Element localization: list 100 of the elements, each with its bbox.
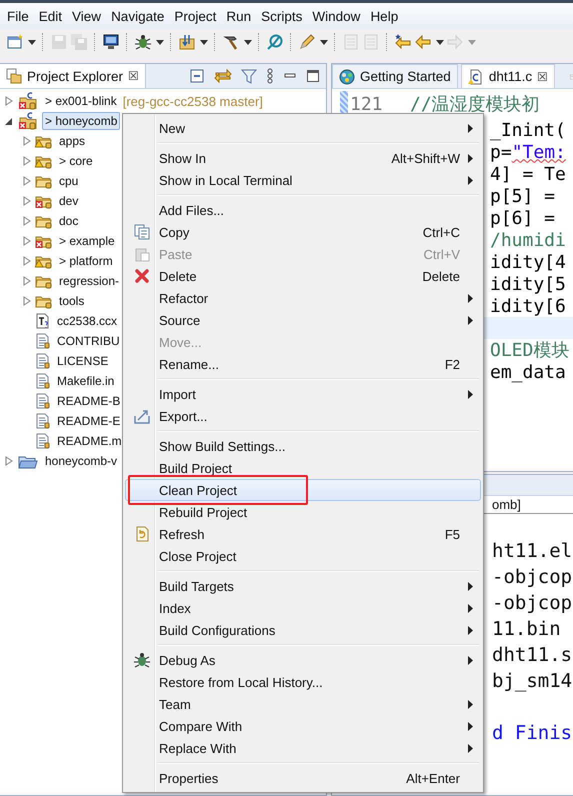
search-icon[interactable]	[266, 33, 284, 51]
menu-item[interactable]: Show In Alt+Shift+W	[125, 147, 481, 169]
menu-item[interactable]: Show Build Settings...	[125, 435, 481, 457]
maximize-icon[interactable]	[306, 69, 320, 83]
tree-item[interactable]: cc2538.ccx	[54, 312, 120, 330]
menu-item[interactable]: Index	[125, 597, 481, 619]
code-line: p[6] =	[490, 208, 556, 228]
tree-item[interactable]: > honeycomb	[42, 112, 120, 130]
menu-item[interactable]: Replace With	[125, 737, 481, 759]
menu-item[interactable]: Compare With	[125, 715, 481, 737]
dropdown-arrow-icon[interactable]	[156, 40, 164, 44]
expand-arrow-icon[interactable]	[22, 196, 32, 206]
tree-item[interactable]: regression-	[56, 272, 122, 290]
expand-arrow-icon[interactable]	[22, 296, 32, 306]
tree-item[interactable]: dev	[56, 192, 82, 210]
menu-item[interactable]: Export...	[125, 405, 481, 427]
tree-item[interactable]: README.m	[54, 432, 125, 450]
tree-item[interactable]: doc	[56, 212, 82, 230]
back-icon[interactable]	[414, 33, 432, 51]
collapse-arrow-icon[interactable]	[4, 116, 14, 126]
tree-item[interactable]: apps	[56, 132, 88, 150]
c-file-icon	[468, 68, 484, 84]
tree-item[interactable]: README-B	[54, 392, 124, 410]
editor-tab[interactable]: Getting Started	[332, 64, 458, 88]
expand-arrow-icon[interactable]	[22, 136, 32, 146]
filter-icon[interactable]	[241, 68, 257, 84]
tree-item[interactable]: cpu	[56, 172, 82, 190]
menu-item[interactable]: Close Project	[125, 545, 481, 567]
tree-item[interactable]: > core	[56, 152, 96, 170]
link-arrows-icon[interactable]	[214, 68, 232, 84]
expand-arrow-icon[interactable]	[22, 156, 32, 166]
menu-item[interactable]: Edit	[36, 8, 70, 24]
menu-item[interactable]: New	[125, 117, 481, 139]
menu-item[interactable]: Import	[125, 383, 481, 405]
menu-item[interactable]: Window	[309, 8, 368, 24]
tree-item[interactable]: Makefile.in	[54, 372, 118, 390]
shortcut-label: Ctrl+V	[424, 246, 460, 262]
console-line: -objcop	[492, 566, 572, 588]
menu-item[interactable]: Refactor	[125, 287, 481, 309]
monitor-icon[interactable]	[102, 33, 120, 51]
new-icon[interactable]	[6, 33, 24, 51]
editor-tab[interactable]: dht11.c ☒	[460, 64, 556, 88]
menu-item[interactable]: Navigate	[108, 8, 172, 24]
menu-item[interactable]: Show in Local Terminal	[125, 169, 481, 191]
dropdown-arrow-icon[interactable]	[320, 40, 328, 44]
dropdown-arrow-icon[interactable]	[436, 40, 444, 44]
menu-item[interactable]: Restore from Local History...	[125, 671, 481, 693]
tree-item[interactable]: > ex001-blink	[42, 92, 120, 110]
console-line: 11.bin	[492, 618, 561, 640]
menu-item[interactable]: File	[4, 8, 36, 24]
expand-arrow-icon[interactable]	[22, 216, 32, 226]
dropdown-arrow-icon[interactable]	[28, 40, 36, 44]
expand-arrow-icon[interactable]	[4, 96, 14, 106]
menu-item[interactable]: Source	[125, 309, 481, 331]
close-button[interactable]: ☒	[537, 70, 548, 84]
dropdown-arrow-icon[interactable]	[200, 40, 208, 44]
menu-item[interactable]: Project	[171, 8, 224, 24]
dropdown-arrow-icon[interactable]	[244, 40, 252, 44]
menu-item[interactable]: Build Targets	[125, 575, 481, 597]
code-line: p="Tem:	[490, 142, 566, 162]
tree-item[interactable]: README-E	[54, 412, 124, 430]
pen-icon[interactable]	[298, 33, 316, 51]
view-tab[interactable]: Project Explorer ☒	[0, 64, 146, 88]
menu-item[interactable]: Delete Delete	[125, 265, 481, 287]
bug-icon[interactable]	[134, 33, 152, 51]
refresh-icon	[134, 526, 150, 542]
menu-item[interactable]: Refresh F5	[125, 523, 481, 545]
tree-item[interactable]: > example	[56, 232, 118, 250]
view-menu-icon[interactable]	[266, 68, 274, 84]
collapse-all-icon[interactable]	[189, 68, 205, 84]
tree-item[interactable]: tools	[56, 292, 88, 310]
menu-item[interactable]: Help	[367, 8, 406, 24]
console-line: ht11.el	[492, 540, 572, 562]
tree-item[interactable]: > platform	[56, 252, 116, 270]
menu-item[interactable]: Build Project	[125, 457, 481, 479]
code-line: idity[5	[490, 274, 566, 294]
menu-item[interactable]: Add Files...	[125, 199, 481, 221]
delete-icon	[134, 268, 150, 284]
menu-item[interactable]: Properties Alt+Enter	[125, 767, 481, 789]
shortcut-label: F2	[444, 356, 460, 372]
branch-label: [reg-gcc-cc2538 master]	[122, 94, 263, 108]
expand-arrow-icon[interactable]	[22, 256, 32, 266]
menu-item[interactable]: Scripts	[258, 8, 310, 24]
shortcut-label: Alt+Shift+W	[391, 150, 460, 166]
tree-item[interactable]: LICENSE	[54, 352, 112, 370]
menu-item[interactable]: Run	[223, 8, 258, 24]
tree-item[interactable]: CONTRIBU	[54, 332, 123, 350]
expand-arrow-icon[interactable]	[22, 276, 32, 286]
expand-arrow-icon[interactable]	[22, 236, 32, 246]
expand-arrow-icon[interactable]	[22, 176, 32, 186]
menu-item[interactable]: Build Configurations	[125, 619, 481, 641]
menu-item[interactable]: View	[69, 8, 108, 24]
menu-item[interactable]: Rename... F2	[125, 353, 481, 375]
menu-item[interactable]: Copy Ctrl+C	[125, 221, 481, 243]
expand-arrow-icon[interactable]	[4, 456, 14, 466]
menu-item[interactable]: Team	[125, 693, 481, 715]
tree-item[interactable]: honeycomb-v	[42, 452, 120, 470]
close-button[interactable]: ☒	[128, 69, 140, 83]
menu-item[interactable]: Debug As	[125, 649, 481, 671]
menu-item[interactable]: Clean Project	[125, 479, 481, 501]
